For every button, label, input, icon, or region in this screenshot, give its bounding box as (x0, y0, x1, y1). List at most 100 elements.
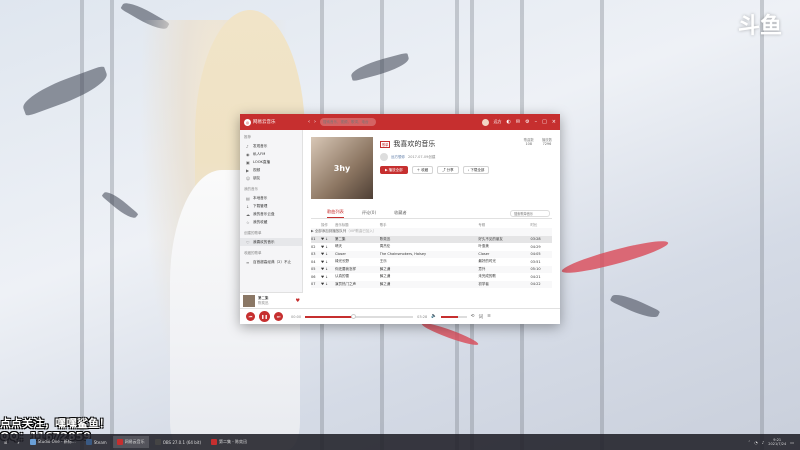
loop-icon[interactable]: ⟲ (471, 314, 475, 319)
player-bar: ⏮ ❚❚ ⏭ 00:00 03:28 🔈 ⟲ 词 ≡ (240, 308, 560, 324)
playlist-main: 3hy 歌单 我喜欢的音乐 远方想你 2017-07-09创建 ▶ 播放全部 ＋… (303, 130, 560, 308)
table-row[interactable]: 07 ♥ ↓ 演员热门之声 薛之谦 初学者 04:22 (311, 280, 552, 289)
playlist-tabs: 歌曲列表 评论(0) 收藏者 (311, 209, 552, 219)
playlist-queue-icon[interactable]: ≡ (487, 314, 491, 319)
add-all-row[interactable]: ▶ 全部添加到播放队列（VIP歌曲已加入） (311, 228, 552, 236)
mail-icon[interactable]: ✉ (516, 119, 520, 125)
row-like-icon[interactable]: ♥ ↓ (321, 243, 335, 251)
collect-button[interactable]: ＋ 收藏 (411, 166, 434, 174)
sidebar-item-video[interactable]: ▶ 视频 (240, 166, 302, 174)
back-arrow-icon[interactable]: ‹ (308, 119, 310, 125)
sidebar-item-fm[interactable]: ◉ 私人FM (240, 150, 302, 158)
col-header-album[interactable]: 专辑 (478, 221, 530, 228)
playlist-cover: 3hy (311, 137, 373, 199)
sidebar-item-collected-playlist[interactable]: ≡ 百首超高经典（2）不止 (240, 258, 302, 266)
table-row[interactable]: 02 ♥ ↓ 晴天 周杰伦 叶惠美 04:29 (311, 243, 552, 251)
skin-icon[interactable]: ◐ (507, 119, 511, 125)
radio-icon: ◉ (246, 151, 250, 157)
table-row[interactable]: 03 ♥ ↓ Closer The Chainsmokers, Halsey C… (311, 250, 552, 259)
download-all-button[interactable]: ↓ 下载全部 (462, 166, 490, 174)
stat-plays: 播放数 7296 (541, 138, 552, 146)
mini-cover-art[interactable] (243, 294, 255, 307)
clock[interactable]: 9:21 2021/7/24 (768, 438, 786, 446)
user-avatar[interactable] (481, 118, 489, 126)
forward-arrow-icon[interactable]: › (314, 119, 316, 125)
table-row[interactable]: 05 ♥ ↓ 你还要我怎样 薛之谦 意外 05:10 (311, 265, 552, 274)
sidebar: 推荐 ♪ 发现音乐 ◉ 私人FM ▣ LOOK直播 ▶ 视频 ☺ 朋友 我的音乐 ▤ 本地音… (240, 130, 303, 308)
sidebar-item-discover[interactable]: ♪ 发现音乐 (240, 142, 302, 150)
lyrics-icon[interactable]: 词 (479, 314, 484, 320)
previous-track-button[interactable]: ⏮ (246, 312, 255, 321)
created-date: 2017-07-09创建 (408, 154, 436, 159)
close-icon[interactable]: × (552, 119, 556, 125)
search-task-icon[interactable]: ⌕ (13, 436, 23, 448)
mini-player[interactable]: 第二集 陈奕迅 ♥ (240, 292, 303, 308)
col-header-actions[interactable]: 操作 (321, 221, 335, 228)
network-icon[interactable]: ◔ (754, 440, 758, 445)
total-time: 03:28 (417, 314, 428, 319)
taskbar: ⊞ ⌕ Studio One - 新标… Steam 网易云音乐 OBS 27.… (0, 434, 800, 450)
col-header-artist[interactable]: 歌手 (380, 221, 479, 228)
maximize-icon[interactable]: □ (542, 119, 547, 125)
sidebar-section-recommend: 推荐 (244, 135, 251, 139)
video-icon: ▶ (246, 167, 250, 173)
taskbar-app-song[interactable]: 第二集 - 陈奕迅 (207, 436, 251, 448)
progress-knob[interactable] (351, 314, 357, 319)
volume-icon[interactable]: 🔈 (431, 314, 437, 319)
pause-button[interactable]: ❚❚ (259, 311, 270, 322)
notification-icon[interactable]: ▭ (790, 440, 794, 445)
user-name[interactable]: 远方 (494, 119, 502, 125)
tab-song-list[interactable]: 歌曲列表 (327, 209, 344, 218)
tab-collectors[interactable]: 收藏者 (394, 210, 407, 218)
sidebar-section-my-music: 我的音乐 (244, 187, 258, 191)
stat-songs: 歌曲数 108 (523, 138, 534, 146)
local-music-icon: ▤ (246, 195, 250, 201)
start-button[interactable]: ⊞ (0, 436, 11, 448)
sidebar-item-friends[interactable]: ☺ 朋友 (240, 174, 302, 182)
sidebar-item-local[interactable]: ▤ 本地音乐 (240, 194, 302, 202)
share-button[interactable]: ⤴ 分享 (437, 166, 459, 174)
creator-avatar[interactable] (380, 153, 388, 161)
playlist-search-input[interactable] (510, 210, 550, 217)
music-app-window: ◎ 网易云音乐 ‹ › 远方 ◐ ✉ ⚙ – □ × 推荐 ♪发现音乐 ◉私人F… (240, 114, 560, 324)
taskbar-app-netease[interactable]: 网易云音乐 (112, 436, 149, 448)
table-row[interactable]: 04 ♥ ↓ 绿光长野 王乐 最好的时光 03:51 (311, 258, 552, 266)
row-like-icon[interactable]: ♥ ↓ (321, 251, 335, 259)
taskbar-app-studio-one[interactable]: Studio One - 新标… (26, 436, 80, 448)
friends-icon: ☺ (246, 175, 251, 181)
creator-name[interactable]: 远方想你 (391, 155, 405, 160)
sidebar-item-live[interactable]: ▣ LOOK直播 (240, 158, 302, 166)
netease-logo-icon: ◎ (244, 118, 251, 126)
col-header-title[interactable]: 音乐标题 (335, 221, 380, 228)
row-like-icon[interactable]: ♥ ↓ (321, 273, 335, 281)
settings-icon[interactable]: ⚙ (525, 119, 529, 125)
table-row[interactable]: 01 ♥ ↓ 第二集 陈奕迅 好久不见的朋友 03:28 (311, 235, 552, 244)
next-track-button[interactable]: ⏭ (274, 312, 283, 321)
row-like-icon[interactable]: ♥ ↓ (321, 258, 335, 266)
tab-comments[interactable]: 评论(0) (362, 210, 376, 218)
minimize-icon[interactable]: – (535, 119, 538, 125)
sidebar-item-cloud[interactable]: ☁ 我的音乐云盘 (240, 210, 302, 218)
row-like-icon[interactable]: ♥ ↓ (321, 236, 335, 244)
tray-up-arrow-icon[interactable]: ˄ (748, 440, 750, 445)
sidebar-section-collected: 收藏的歌单 (244, 251, 262, 255)
like-heart-icon[interactable]: ♥ (296, 298, 300, 304)
sidebar-item-liked-music[interactable]: ♡ 我喜欢的音乐 (240, 238, 302, 246)
sidebar-item-favorites[interactable]: ☆ 我的收藏 (240, 218, 302, 226)
app-brand[interactable]: ◎ 网易云音乐 (244, 118, 304, 126)
play-all-button[interactable]: ▶ 播放全部 (380, 166, 408, 174)
row-like-icon[interactable]: ♥ ↓ (321, 266, 335, 274)
volume-slider[interactable] (440, 315, 467, 318)
progress-bar[interactable] (305, 314, 414, 319)
sidebar-section-created: 创建的歌单 (244, 231, 262, 235)
row-like-icon[interactable]: ♥ ↓ (321, 281, 335, 289)
taskbar-app-steam[interactable]: Steam (82, 436, 111, 448)
speaker-icon[interactable]: ♪ (762, 440, 765, 445)
search-input[interactable] (320, 118, 376, 126)
col-header-duration[interactable]: 时长 (530, 221, 552, 228)
playlist-header: 3hy 歌单 我喜欢的音乐 远方想你 2017-07-09创建 ▶ 播放全部 ＋… (311, 137, 552, 201)
sidebar-item-downloads[interactable]: ↓ 下载管理 (240, 202, 302, 210)
playlist-icon: ≡ (246, 259, 250, 265)
table-row[interactable]: 06 ♥ ↓ 认真的雪 薛之谦 未完成的歌 04:21 (311, 273, 552, 281)
taskbar-app-obs[interactable]: OBS 27.0.1 (64 bit) (151, 436, 205, 448)
